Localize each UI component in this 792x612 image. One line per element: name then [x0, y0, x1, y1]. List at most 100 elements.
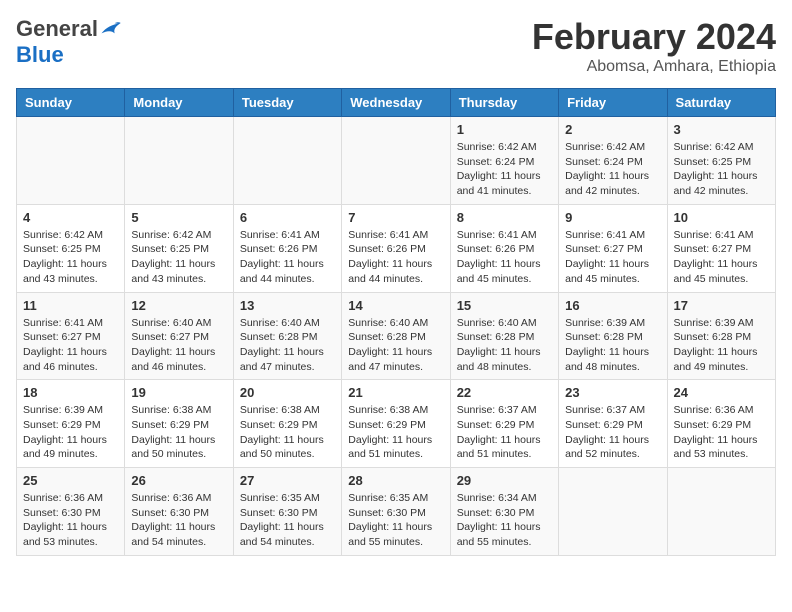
- day-number: 9: [565, 210, 660, 225]
- calendar-cell: [667, 468, 775, 556]
- day-number: 13: [240, 298, 335, 313]
- calendar-title: February 2024: [532, 16, 776, 58]
- day-number: 2: [565, 122, 660, 137]
- calendar-cell: 15Sunrise: 6:40 AMSunset: 6:28 PMDayligh…: [450, 292, 558, 380]
- day-info: Sunrise: 6:38 AMSunset: 6:29 PMDaylight:…: [240, 403, 335, 462]
- calendar-cell: 27Sunrise: 6:35 AMSunset: 6:30 PMDayligh…: [233, 468, 341, 556]
- calendar-table: SundayMondayTuesdayWednesdayThursdayFrid…: [16, 88, 776, 556]
- day-number: 18: [23, 385, 118, 400]
- calendar-cell: 26 Sunrise: 6:36 AMSunset: 6:30 PMDayligh…: [125, 468, 233, 556]
- calendar-cell: 11 Sunrise: 6:41 AMSunset: 6:27 PMDayligh…: [17, 292, 125, 380]
- calendar-cell: 3 Sunrise: 6:42 AMSunset: 6:25 PMDaylight…: [667, 117, 775, 205]
- calendar-cell: 12 Sunrise: 6:40 AMSunset: 6:27 PMDayligh…: [125, 292, 233, 380]
- calendar-header-tuesday: Tuesday: [233, 89, 341, 117]
- calendar-cell: 25 Sunrise: 6:36 AMSunset: 6:30 PMDayligh…: [17, 468, 125, 556]
- day-number: 11: [23, 298, 118, 313]
- calendar-cell: 24 Sunrise: 6:36 AMSunset: 6:29 PMDayligh…: [667, 380, 775, 468]
- calendar-cell: 13 Sunrise: 6:40 AMSunset: 6:28 PMDayligh…: [233, 292, 341, 380]
- calendar-cell: 7 Sunrise: 6:41 AMSunset: 6:26 PMDaylight…: [342, 204, 450, 292]
- day-info: Sunrise: 6:35 AMSunset: 6:30 PMDaylight:…: [240, 491, 335, 550]
- day-info: Sunrise: 6:37 AMSunset: 6:29 PMDaylight:…: [457, 403, 552, 462]
- calendar-cell: 18 Sunrise: 6:39 AMSunset: 6:29 PMDayligh…: [17, 380, 125, 468]
- day-number: 28: [348, 473, 443, 488]
- calendar-cell: 2 Sunrise: 6:42 AMSunset: 6:24 PMDaylight…: [559, 117, 667, 205]
- day-info: Sunrise: 6:42 AMSunset: 6:25 PMDaylight:…: [23, 228, 118, 287]
- calendar-week-5: 25 Sunrise: 6:36 AMSunset: 6:30 PMDayligh…: [17, 468, 776, 556]
- day-number: 14: [348, 298, 443, 313]
- day-info: Sunrise: 6:42 AMSunset: 6:25 PMDaylight:…: [131, 228, 226, 287]
- day-number: 5: [131, 210, 226, 225]
- day-number: 12: [131, 298, 226, 313]
- day-info: Sunrise: 6:38 AMSunset: 6:29 PMDaylight:…: [348, 403, 443, 462]
- logo: General Blue: [16, 16, 122, 68]
- calendar-cell: 17Sunrise: 6:39 AMSunset: 6:28 PMDayligh…: [667, 292, 775, 380]
- day-info: Sunrise: 6:40 AMSunset: 6:28 PMDaylight:…: [240, 316, 335, 375]
- day-number: 4: [23, 210, 118, 225]
- day-number: 1: [457, 122, 552, 137]
- day-info: Sunrise: 6:39 AMSunset: 6:29 PMDaylight:…: [23, 403, 118, 462]
- day-info: Sunrise: 6:36 AMSunset: 6:30 PMDaylight:…: [131, 491, 226, 550]
- day-info: Sunrise: 6:41 AMSunset: 6:26 PMDaylight:…: [457, 228, 552, 287]
- calendar-cell: 16 Sunrise: 6:39 AMSunset: 6:28 PMDayligh…: [559, 292, 667, 380]
- calendar-cell: 23 Sunrise: 6:37 AMSunset: 6:29 PMDayligh…: [559, 380, 667, 468]
- calendar-subtitle: Abomsa, Amhara, Ethiopia: [532, 58, 776, 76]
- calendar-header-row: SundayMondayTuesdayWednesdayThursdayFrid…: [17, 89, 776, 117]
- day-info: Sunrise: 6:42 AMSunset: 6:24 PMDaylight:…: [457, 140, 552, 199]
- calendar-cell: [559, 468, 667, 556]
- day-info: Sunrise: 6:42 AMSunset: 6:25 PMDaylight:…: [674, 140, 769, 199]
- day-info: Sunrise: 6:41 AMSunset: 6:26 PMDaylight:…: [348, 228, 443, 287]
- day-number: 29: [457, 473, 552, 488]
- calendar-cell: [125, 117, 233, 205]
- day-number: 24: [674, 385, 769, 400]
- day-number: 20: [240, 385, 335, 400]
- title-area: February 2024 Abomsa, Amhara, Ethiopia: [532, 16, 776, 76]
- day-number: 26: [131, 473, 226, 488]
- day-info: Sunrise: 6:36 AMSunset: 6:29 PMDaylight:…: [674, 403, 769, 462]
- day-info: Sunrise: 6:34 AMSunset: 6:30 PMDaylight:…: [457, 491, 552, 550]
- calendar-cell: 10 Sunrise: 6:41 AMSunset: 6:27 PMDayligh…: [667, 204, 775, 292]
- page-header: General Blue February 2024 Abomsa, Amhar…: [16, 16, 776, 76]
- day-info: Sunrise: 6:39 AMSunset: 6:28 PMDaylight:…: [565, 316, 660, 375]
- calendar-week-2: 4 Sunrise: 6:42 AMSunset: 6:25 PMDaylight…: [17, 204, 776, 292]
- day-number: 15: [457, 298, 552, 313]
- calendar-cell: 8 Sunrise: 6:41 AMSunset: 6:26 PMDaylight…: [450, 204, 558, 292]
- logo-blue: Blue: [16, 42, 64, 68]
- day-info: Sunrise: 6:42 AMSunset: 6:24 PMDaylight:…: [565, 140, 660, 199]
- day-number: 16: [565, 298, 660, 313]
- calendar-cell: 19Sunrise: 6:38 AMSunset: 6:29 PMDayligh…: [125, 380, 233, 468]
- calendar-cell: [233, 117, 341, 205]
- calendar-week-1: 1 Sunrise: 6:42 AMSunset: 6:24 PMDaylight…: [17, 117, 776, 205]
- day-info: Sunrise: 6:40 AMSunset: 6:28 PMDaylight:…: [348, 316, 443, 375]
- logo-bird-icon: [100, 20, 122, 38]
- day-number: 19: [131, 385, 226, 400]
- day-info: Sunrise: 6:40 AMSunset: 6:27 PMDaylight:…: [131, 316, 226, 375]
- calendar-cell: 4 Sunrise: 6:42 AMSunset: 6:25 PMDaylight…: [17, 204, 125, 292]
- day-info: Sunrise: 6:41 AMSunset: 6:27 PMDaylight:…: [23, 316, 118, 375]
- day-number: 21: [348, 385, 443, 400]
- day-number: 7: [348, 210, 443, 225]
- day-info: Sunrise: 6:41 AMSunset: 6:27 PMDaylight:…: [674, 228, 769, 287]
- calendar-cell: 20 Sunrise: 6:38 AMSunset: 6:29 PMDayligh…: [233, 380, 341, 468]
- day-info: Sunrise: 6:39 AMSunset: 6:28 PMDaylight:…: [674, 316, 769, 375]
- day-info: Sunrise: 6:37 AMSunset: 6:29 PMDaylight:…: [565, 403, 660, 462]
- calendar-header-sunday: Sunday: [17, 89, 125, 117]
- day-number: 23: [565, 385, 660, 400]
- calendar-cell: [342, 117, 450, 205]
- calendar-header-wednesday: Wednesday: [342, 89, 450, 117]
- calendar-cell: 29 Sunrise: 6:34 AMSunset: 6:30 PMDayligh…: [450, 468, 558, 556]
- day-number: 22: [457, 385, 552, 400]
- calendar-cell: 21 Sunrise: 6:38 AMSunset: 6:29 PMDayligh…: [342, 380, 450, 468]
- day-info: Sunrise: 6:41 AMSunset: 6:27 PMDaylight:…: [565, 228, 660, 287]
- day-number: 8: [457, 210, 552, 225]
- day-number: 6: [240, 210, 335, 225]
- day-number: 25: [23, 473, 118, 488]
- calendar-week-4: 18 Sunrise: 6:39 AMSunset: 6:29 PMDayligh…: [17, 380, 776, 468]
- calendar-header-saturday: Saturday: [667, 89, 775, 117]
- day-info: Sunrise: 6:36 AMSunset: 6:30 PMDaylight:…: [23, 491, 118, 550]
- calendar-cell: 1 Sunrise: 6:42 AMSunset: 6:24 PMDaylight…: [450, 117, 558, 205]
- day-number: 3: [674, 122, 769, 137]
- day-number: 10: [674, 210, 769, 225]
- calendar-cell: 9 Sunrise: 6:41 AMSunset: 6:27 PMDaylight…: [559, 204, 667, 292]
- calendar-cell: 14 Sunrise: 6:40 AMSunset: 6:28 PMDayligh…: [342, 292, 450, 380]
- logo-general: General: [16, 16, 98, 42]
